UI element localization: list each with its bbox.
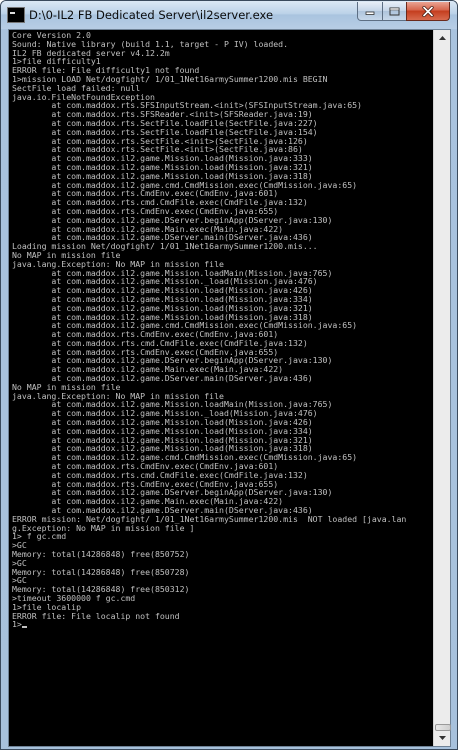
maximize-button[interactable] (382, 2, 407, 21)
scroll-up-button[interactable] (435, 30, 450, 46)
console-app-icon[interactable] (7, 7, 25, 23)
console-line: g.Exception: No MAP in mission file ] (12, 522, 195, 533)
console-line: Memory: total(14286848) free(850752) (12, 549, 190, 560)
console-line: 1> f gc.cmd (12, 531, 67, 542)
console-line: 1> (12, 620, 433, 629)
minimize-icon (365, 11, 375, 15)
vertical-scrollbar[interactable] (433, 30, 451, 746)
console-output[interactable]: Core Version 2.0 Sound: Native library (b… (9, 30, 433, 746)
maximize-icon (389, 7, 400, 15)
scroll-up-arrow-icon (439, 36, 446, 40)
scroll-down-arrow-icon (439, 736, 446, 740)
console-line: Memory: total(14286848) free(850728) (12, 566, 190, 577)
console-window: D:\0-IL2 FB Dedicated Server\il2server.e… (0, 0, 458, 750)
console-client-area: Core Version 2.0 Sound: Native library (b… (8, 29, 451, 747)
scroll-down-button[interactable] (435, 730, 450, 746)
close-button[interactable] (406, 2, 450, 21)
minimize-button[interactable] (357, 2, 383, 21)
text-cursor (21, 626, 27, 629)
close-icon (422, 5, 434, 17)
window-title: D:\0-IL2 FB Dedicated Server\il2server.e… (29, 8, 274, 22)
console-line: ERROR file: File localip not found (12, 610, 180, 621)
console-prompt: 1> (12, 619, 22, 630)
title-bar[interactable]: D:\0-IL2 FB Dedicated Server\il2server.e… (1, 1, 457, 29)
